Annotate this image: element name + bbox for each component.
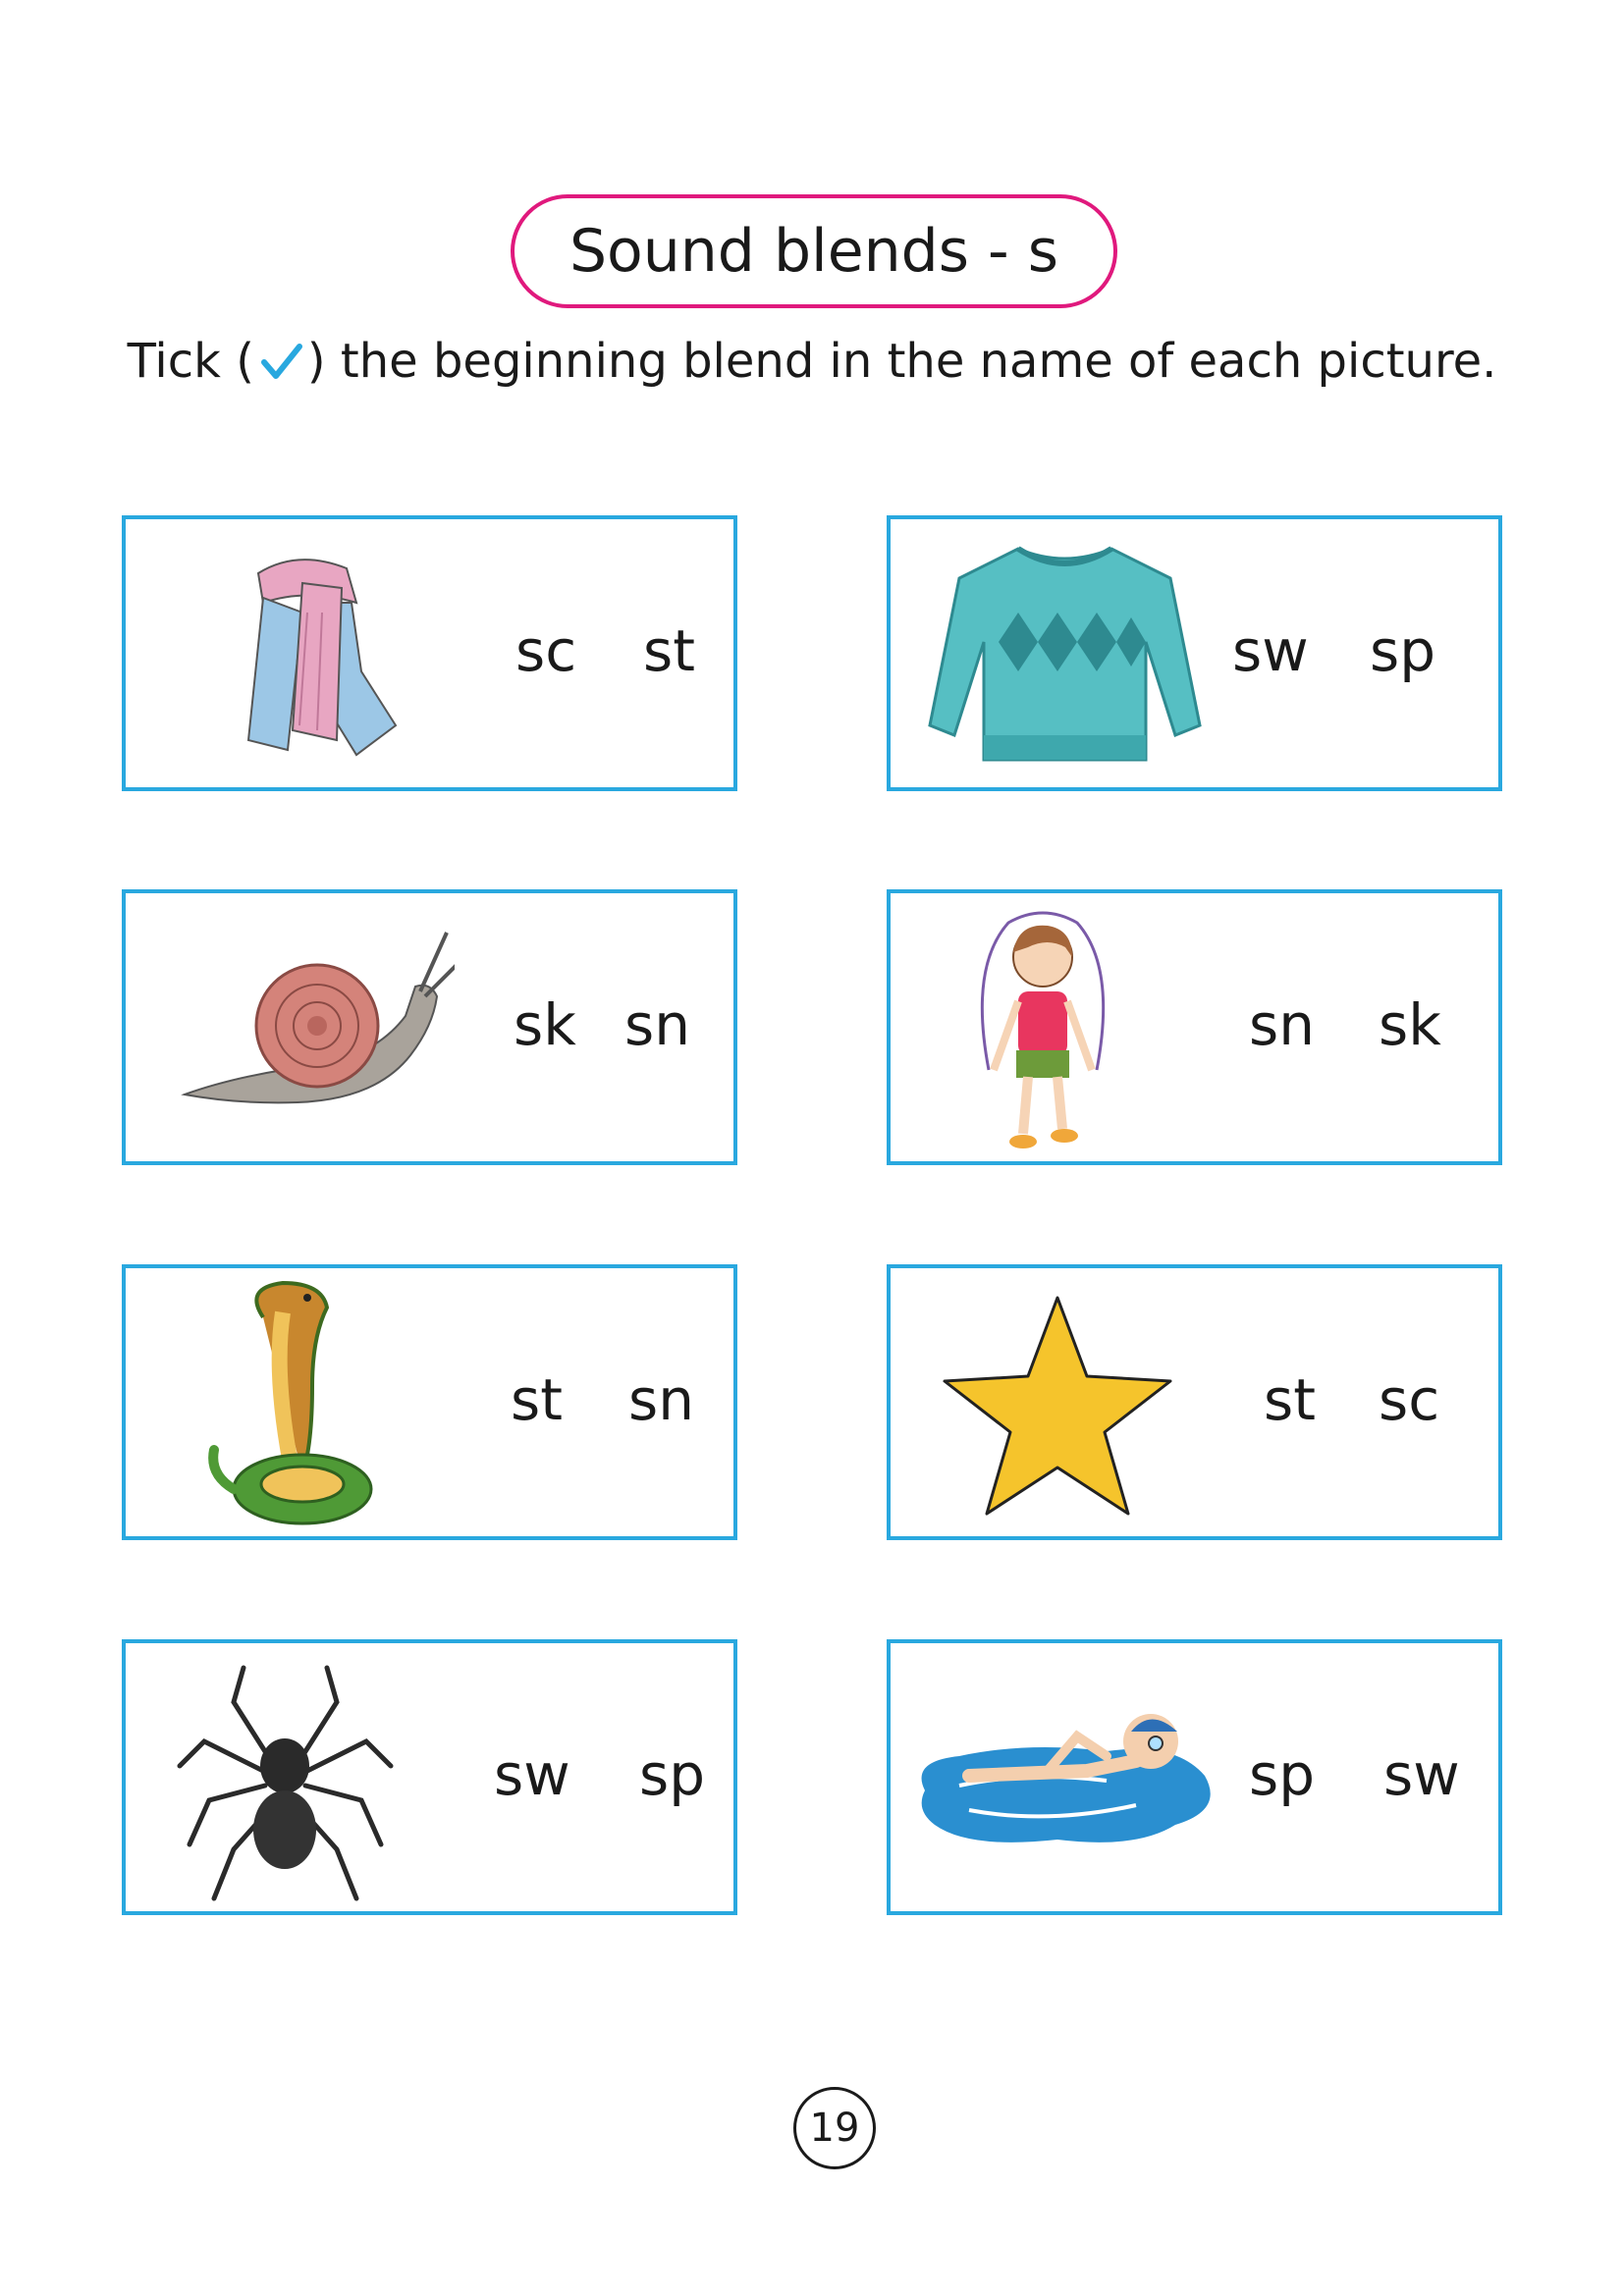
swimmer-icon bbox=[921, 1714, 1211, 1842]
option-2[interactable]: sn bbox=[628, 1371, 694, 1428]
instruction: Tick ( ) the beginning blend in the name… bbox=[0, 334, 1624, 389]
spider-icon bbox=[177, 1665, 394, 1901]
option-2[interactable]: sn bbox=[624, 996, 690, 1053]
card-spider: sw sp bbox=[122, 1639, 737, 1915]
option-2[interactable]: sk bbox=[1379, 996, 1441, 1053]
option-1[interactable]: st bbox=[1264, 1371, 1316, 1428]
option-1[interactable]: sn bbox=[1249, 996, 1315, 1053]
card-skipping-girl: sn sk bbox=[887, 889, 1502, 1165]
option-1[interactable]: sc bbox=[515, 622, 576, 679]
option-1[interactable]: sp bbox=[1249, 1746, 1315, 1803]
snake-icon bbox=[208, 1280, 373, 1525]
option-2[interactable]: sp bbox=[639, 1746, 705, 1803]
skipping-girl-icon bbox=[980, 911, 1106, 1148]
card-swimmer: sp sw bbox=[887, 1639, 1502, 1915]
option-2[interactable]: sp bbox=[1370, 622, 1435, 679]
instruction-text-end: ) the beginning blend in the name of eac… bbox=[306, 334, 1497, 389]
instruction-text-start: Tick ( bbox=[127, 334, 254, 389]
option-1[interactable]: sk bbox=[514, 996, 576, 1053]
card-snake: st sn bbox=[122, 1264, 737, 1540]
tick-icon bbox=[260, 344, 302, 379]
card-snail: sk sn bbox=[122, 889, 737, 1165]
star-icon bbox=[943, 1296, 1172, 1516]
page-number: 19 bbox=[793, 2087, 876, 2169]
option-1[interactable]: sw bbox=[1232, 622, 1309, 679]
scarf-icon bbox=[246, 559, 398, 757]
option-1[interactable]: st bbox=[511, 1371, 563, 1428]
option-1[interactable]: sw bbox=[494, 1746, 570, 1803]
option-2[interactable]: sc bbox=[1379, 1371, 1439, 1428]
snail-icon bbox=[181, 932, 455, 1104]
card-scarf: sc st bbox=[122, 515, 737, 791]
option-2[interactable]: sw bbox=[1383, 1746, 1460, 1803]
option-2[interactable]: st bbox=[643, 622, 695, 679]
card-star: st sc bbox=[887, 1264, 1502, 1540]
sweater-icon bbox=[928, 546, 1202, 762]
page-title: Sound blends - s bbox=[511, 194, 1117, 308]
card-sweater: sw sp bbox=[887, 515, 1502, 791]
